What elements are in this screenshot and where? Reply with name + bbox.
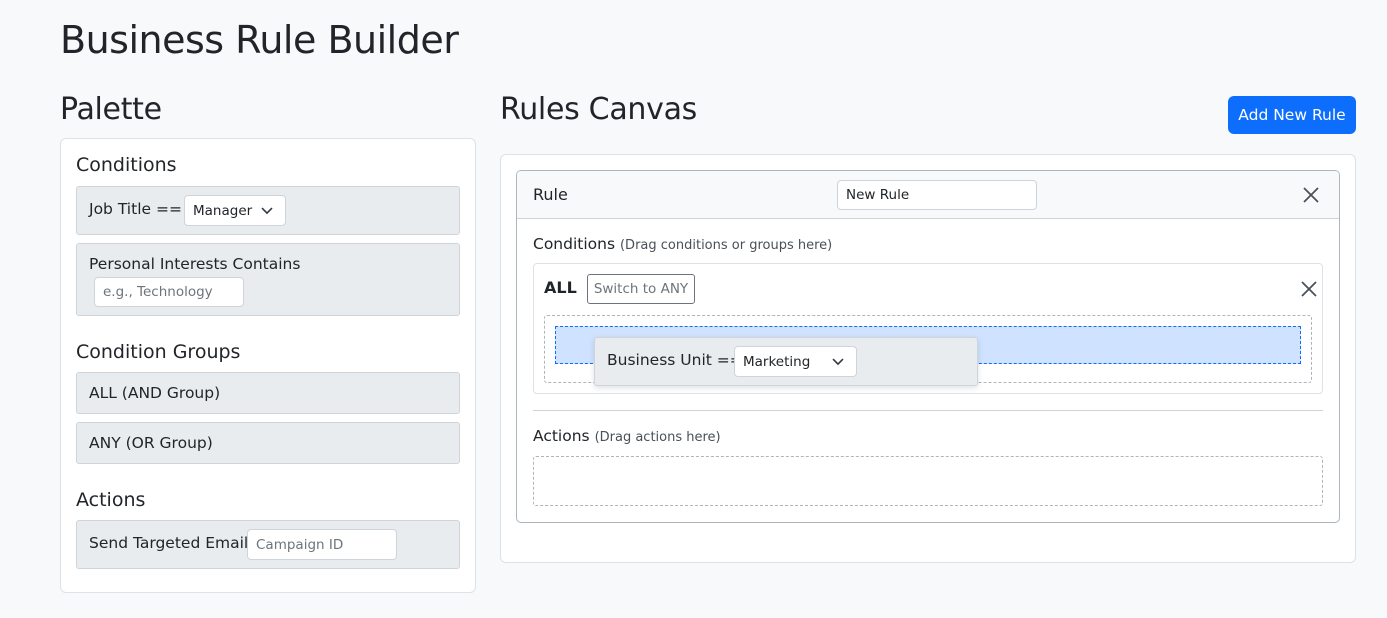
divider (533, 410, 1323, 411)
add-new-rule-button[interactable]: Add New Rule (1228, 96, 1356, 134)
chevron-down-icon (832, 358, 844, 365)
rule-label: Rule (533, 185, 568, 204)
rule-header: Rule (517, 171, 1339, 219)
palette-job-title-condition[interactable]: Job Title == Manager (76, 186, 460, 235)
job-title-select[interactable]: Manager (184, 195, 286, 226)
switch-to-any-button[interactable]: Switch to ANY (587, 274, 695, 304)
rule-name-input[interactable] (837, 180, 1037, 210)
actions-drop-zone[interactable] (533, 456, 1323, 506)
rule-actions-heading: Actions (Drag actions here) (533, 427, 721, 445)
palette-personal-interests-condition[interactable]: Personal Interests Contains (76, 243, 460, 316)
palette-panel: Conditions Job Title == Manager Personal… (60, 138, 476, 593)
conditions-hint: (Drag conditions or groups here) (619, 238, 833, 253)
any-group-label: ANY (OR Group) (89, 434, 213, 452)
dragging-business-unit-condition[interactable]: Business Unit == Marketing (594, 337, 978, 386)
page-title: Business Rule Builder (60, 18, 459, 62)
close-icon[interactable] (1302, 186, 1320, 204)
palette-any-group[interactable]: ANY (OR Group) (76, 422, 460, 464)
conditions-heading: Conditions (76, 154, 177, 176)
business-unit-select[interactable]: Marketing (734, 346, 857, 377)
send-email-label: Send Targeted Email (89, 534, 249, 552)
all-group-label: ALL (AND Group) (89, 384, 221, 402)
personal-interests-input[interactable] (94, 277, 244, 307)
palette-title: Palette (60, 92, 162, 127)
chevron-down-icon (261, 207, 273, 214)
job-title-label: Job Title == (89, 200, 182, 218)
condition-groups-heading: Condition Groups (76, 341, 241, 363)
canvas-title: Rules Canvas (500, 92, 697, 127)
actions-hint: (Drag actions here) (594, 430, 721, 445)
palette-all-group[interactable]: ALL (AND Group) (76, 372, 460, 414)
rule-conditions-heading: Conditions (Drag conditions or groups he… (533, 235, 833, 253)
palette-send-email-action[interactable]: Send Targeted Email (76, 520, 460, 569)
personal-interests-label: Personal Interests Contains (89, 255, 301, 273)
campaign-id-input[interactable] (247, 529, 397, 560)
actions-heading: Actions (76, 489, 146, 511)
business-unit-label: Business Unit == (607, 351, 743, 369)
close-icon[interactable] (1300, 280, 1318, 298)
group-operator: ALL (544, 278, 577, 297)
